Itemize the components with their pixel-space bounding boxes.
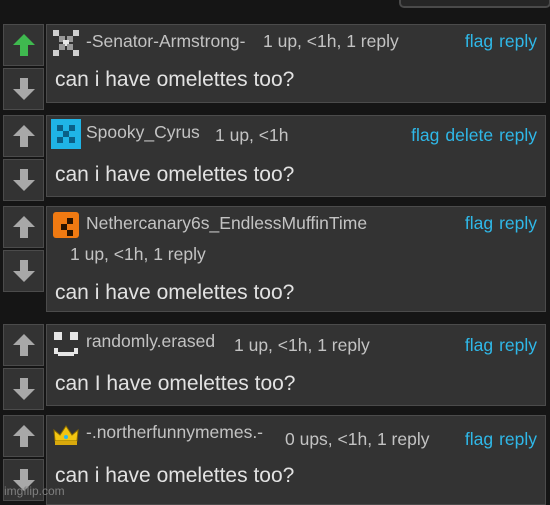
comment-meta: 1 up, <1h, 1 reply — [70, 244, 206, 264]
reply-link[interactable]: reply — [499, 125, 537, 145]
flag-link[interactable]: flag — [465, 429, 493, 449]
comment-actions: flag reply — [459, 335, 537, 356]
comment-text: can i have omelettes too? — [55, 68, 295, 91]
username[interactable]: Spooky_Cyrus — [86, 122, 200, 143]
top-button[interactable] — [399, 0, 550, 8]
reply-link[interactable]: reply — [499, 429, 537, 449]
upvote-button[interactable] — [3, 415, 44, 457]
x-pixel-avatar-icon[interactable] — [51, 28, 81, 58]
comment-body: -Senator-Armstrong- 1 up, <1h, 1 reply f… — [46, 24, 546, 103]
down-arrow-icon — [12, 260, 35, 282]
orange-pixel-avatar-icon[interactable] — [51, 210, 81, 240]
downvote-button[interactable] — [3, 368, 44, 410]
comment-meta: 1 up, <1h, 1 reply — [263, 31, 399, 51]
comment-text: can i have omelettes too? — [55, 464, 295, 487]
delete-link[interactable]: delete — [445, 125, 493, 145]
comment-body: randomly.erased 1 up, <1h, 1 reply flag r… — [46, 324, 546, 406]
comment-body: Nethercanary6s_EndlessMuffinTime 1 up, <… — [46, 206, 546, 312]
comment-meta: 0 ups, <1h, 1 reply — [285, 429, 430, 449]
upvote-button[interactable] — [3, 324, 44, 366]
up-arrow-icon — [12, 125, 35, 147]
flag-link[interactable]: flag — [411, 125, 439, 145]
downvote-button[interactable] — [3, 68, 44, 110]
up-arrow-icon — [12, 34, 35, 56]
username[interactable]: -Senator-Armstrong- — [86, 31, 246, 52]
upvote-button[interactable] — [3, 24, 44, 66]
top-bar — [0, 0, 550, 14]
up-arrow-icon — [12, 216, 35, 238]
username[interactable]: Nethercanary6s_EndlessMuffinTime — [86, 213, 367, 234]
down-arrow-icon — [12, 378, 35, 400]
comment-body: Spooky_Cyrus 1 up, <1h flag delete reply c… — [46, 115, 546, 197]
username[interactable]: -.northerfunnymemes.- — [86, 422, 263, 443]
downvote-button[interactable] — [3, 159, 44, 201]
comment-actions: flag delete reply — [405, 125, 537, 146]
up-arrow-icon — [12, 425, 35, 447]
smiley-face-avatar-icon[interactable] — [51, 328, 81, 358]
down-arrow-icon — [12, 169, 35, 191]
comment-text: can i have omelettes too? — [55, 281, 295, 304]
flag-link[interactable]: flag — [465, 213, 493, 233]
comment-actions: flag reply — [459, 31, 537, 52]
reply-link[interactable]: reply — [499, 335, 537, 355]
username[interactable]: randomly.erased — [86, 331, 215, 352]
flag-link[interactable]: flag — [465, 31, 493, 51]
down-arrow-icon — [12, 78, 35, 100]
flag-link[interactable]: flag — [465, 335, 493, 355]
blue-checker-avatar-icon[interactable] — [51, 119, 81, 149]
reply-link[interactable]: reply — [499, 213, 537, 233]
comment-actions: flag reply — [459, 213, 537, 234]
comment-body: -.northerfunnymemes.- 0 ups, <1h, 1 repl… — [46, 415, 546, 505]
comment-meta: 1 up, <1h, 1 reply — [234, 335, 370, 355]
up-arrow-icon — [12, 334, 35, 356]
upvote-button[interactable] — [3, 206, 44, 248]
crown-avatar-icon[interactable] — [51, 419, 81, 449]
watermark: imgflip.com — [4, 484, 65, 498]
comment-text: can I have omelettes too? — [55, 372, 296, 395]
upvote-button[interactable] — [3, 115, 44, 157]
comment-text: can i have omelettes too? — [55, 163, 295, 186]
comment-actions: flag reply — [459, 429, 537, 450]
comment-meta: 1 up, <1h — [215, 125, 289, 145]
reply-link[interactable]: reply — [499, 31, 537, 51]
downvote-button[interactable] — [3, 250, 44, 292]
